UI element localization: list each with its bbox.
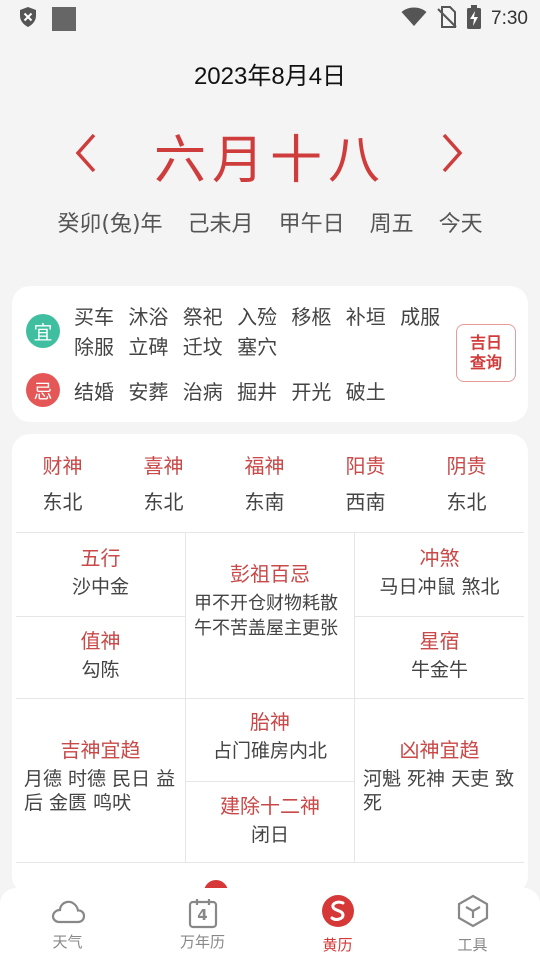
- grid-divider: [186, 781, 354, 782]
- calendar-icon: 4: [187, 897, 219, 929]
- god-direction: 东南: [244, 490, 285, 514]
- cell-value: 占门碓房内北: [212, 740, 327, 762]
- ganzhi-line: 癸卯(兔)年 己未月 甲午日 周五 今天: [0, 206, 540, 238]
- ji-badge: 忌: [26, 373, 60, 407]
- weekday: 周五: [369, 212, 414, 237]
- month-ganzhi: 己未月: [187, 212, 254, 237]
- cell-value: 牛金牛: [410, 659, 468, 681]
- status-bar: 7:30: [0, 0, 540, 38]
- yi-activities: 买车 沐浴 祭祀 入殓 移柩 补垣 成服 除服 立碑 迁坟 塞穴: [74, 305, 441, 359]
- ji-activities: 结婚 安葬 治病 掘井 开光 破土: [74, 380, 386, 404]
- jianchu-cell: 建除十二神 闭日: [186, 791, 354, 849]
- god-fushen: 福神 东南: [214, 448, 315, 520]
- status-time: 7:30: [491, 8, 528, 29]
- god-direction: 东北: [446, 490, 487, 514]
- gregorian-date[interactable]: 2023年8月4日: [0, 56, 540, 91]
- almanac-detail-card: 财神 东北 喜神 东北 福神 东南 阳贵 西南 阴贵 东北 五行 沙中金 彭祖百…: [12, 434, 528, 894]
- battery-charging-icon: [467, 5, 482, 33]
- cell-title: 凶神宜趋: [399, 738, 480, 762]
- huangli-icon: [321, 894, 355, 932]
- tab-tools[interactable]: 工具: [405, 888, 540, 960]
- god-direction: 西南: [345, 490, 386, 514]
- cell-value: 勾陈: [81, 659, 120, 681]
- cell-title: 建除十二神: [220, 794, 320, 818]
- cell-title: 星宿: [419, 629, 460, 653]
- god-yingui: 阴贵 东北: [416, 448, 517, 520]
- god-direction: 东北: [143, 490, 184, 514]
- cell-value: 沙中金: [71, 576, 129, 598]
- no-sim-icon: [437, 6, 457, 32]
- tab-label: 万年历: [179, 932, 225, 951]
- tab-weather[interactable]: 天气: [0, 888, 135, 960]
- cell-value: 河魁 死神 天吏 致死: [363, 768, 515, 814]
- taishen-cell: 胎神 占门碓房内北: [186, 707, 354, 765]
- xingxiu-cell: 星宿 牛金牛: [355, 626, 524, 684]
- tab-label: 黄历: [322, 935, 353, 954]
- wuxing-cell: 五行 沙中金: [16, 543, 185, 601]
- god-xishen: 喜神 东北: [113, 448, 214, 520]
- year-ganzhi: 癸卯(兔)年: [57, 212, 163, 237]
- button-line-1: 吉日: [469, 333, 502, 352]
- zhishen-cell: 值神 勾陈: [16, 626, 185, 684]
- tab-label: 天气: [52, 932, 83, 951]
- god-yanggui: 阳贵 西南: [315, 448, 416, 520]
- cell-title: 值神: [80, 629, 121, 653]
- jishen-cell: 吉神宜趋 月德 时德 民日 益后 金匮 鸣吠: [16, 735, 185, 815]
- god-direction: 东北: [42, 490, 83, 514]
- cloud-icon: [50, 897, 86, 929]
- pengzu-cell: 彭祖百忌 甲不开仓财物耗散 午不苦盖屋主更张: [186, 559, 354, 641]
- yi-ji-card: 宜 买车 沐浴 祭祀 入殓 移柩 补垣 成服 除服 立碑 迁坟 塞穴 忌 结婚 …: [12, 286, 528, 422]
- grid-divider: [355, 616, 524, 617]
- cell-title: 彭祖百忌: [230, 562, 310, 586]
- grid-bottom-divider: [16, 862, 524, 863]
- bottom-tab-bar: 天气 4 万年历 黄历 工具: [0, 888, 540, 960]
- calendar-day-badge: 4: [197, 905, 208, 924]
- day-ganzhi: 甲午日: [278, 212, 345, 237]
- wifi-icon: [401, 7, 427, 31]
- cell-value: 马日冲鼠 煞北: [379, 576, 500, 598]
- god-name: 阳贵: [345, 454, 386, 478]
- lunar-date-row: 六月十八: [0, 120, 540, 191]
- cell-value: 甲不开仓财物耗散 午不苦盖屋主更张: [194, 593, 338, 639]
- grid-divider: [16, 698, 524, 699]
- lunar-date-title: 六月十八: [153, 130, 386, 191]
- next-day-button[interactable]: [432, 132, 472, 178]
- today-label[interactable]: 今天: [439, 212, 483, 237]
- chongsha-cell: 冲煞 马日冲鼠 煞北: [355, 543, 524, 601]
- tab-calendar[interactable]: 4 万年历: [135, 888, 270, 960]
- tab-label: 工具: [457, 935, 488, 954]
- cell-value: 月德 时德 民日 益后 金匮 鸣吠: [24, 768, 176, 814]
- cell-value: 闭日: [250, 824, 289, 846]
- god-caishen: 财神 东北: [12, 448, 113, 520]
- cell-title: 胎神: [250, 710, 290, 734]
- detail-grid: 五行 沙中金 彭祖百忌 甲不开仓财物耗散 午不苦盖屋主更张 冲煞 马日冲鼠 煞北…: [16, 532, 524, 863]
- chevron-left-icon: [74, 132, 98, 178]
- xiongshen-cell: 凶神宜趋 河魁 死神 天吏 致死: [355, 735, 524, 815]
- cell-title: 五行: [80, 546, 121, 570]
- god-name: 阴贵: [446, 454, 487, 478]
- cell-title: 冲煞: [419, 546, 460, 570]
- square-icon: [52, 7, 76, 31]
- cell-title: 吉神宜趋: [60, 738, 141, 762]
- god-name: 财神: [42, 454, 83, 478]
- grid-divider: [16, 616, 185, 617]
- auspicious-day-query-button[interactable]: 吉日 查询: [456, 324, 516, 382]
- god-name: 喜神: [143, 454, 184, 478]
- tab-huangli[interactable]: 黄历: [270, 888, 405, 960]
- shield-icon: [18, 6, 38, 32]
- gods-direction-row: 财神 东北 喜神 东北 福神 东南 阳贵 西南 阴贵 东北: [12, 448, 528, 520]
- toolbox-icon: [456, 894, 490, 932]
- prev-day-button[interactable]: [66, 132, 106, 178]
- god-name: 福神: [244, 454, 285, 478]
- yi-badge: 宜: [26, 314, 60, 348]
- button-line-2: 查询: [469, 353, 502, 372]
- chevron-right-icon: [440, 132, 464, 178]
